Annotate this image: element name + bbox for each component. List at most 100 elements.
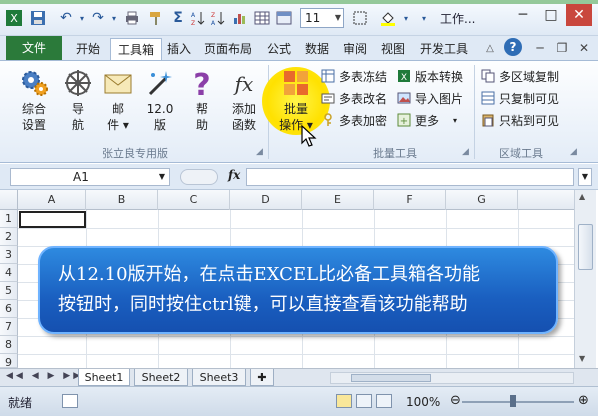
zoom-slider[interactable] [462, 401, 574, 403]
select-all-corner[interactable] [0, 190, 18, 210]
navigation-button[interactable]: 导 航 [58, 67, 98, 133]
tab-insert[interactable]: 插入 [164, 38, 194, 60]
pivot-icon[interactable] [274, 8, 294, 28]
paste-icon [480, 112, 496, 128]
zoom-level[interactable]: 100% [406, 395, 440, 409]
batch-operation-button[interactable]: 批量 操作 ▾ [276, 67, 316, 133]
version-convert-button[interactable]: X 版本转换 [396, 67, 463, 85]
doc-restore-icon[interactable]: ❐ [552, 38, 572, 58]
tab-view[interactable]: 视图 [378, 38, 408, 60]
tab-toolbox[interactable]: 工具箱 [110, 38, 162, 60]
tab-data[interactable]: 数据 [302, 38, 332, 60]
fill-color-dropdown-icon[interactable]: ▾ [396, 8, 416, 28]
expand-formula-icon[interactable]: ▼ [578, 168, 592, 186]
import-images-button[interactable]: 导入图片 [396, 89, 463, 107]
maximize-icon[interactable]: □ [538, 4, 564, 26]
paste-visible-only-button[interactable]: 只粘到可见 [480, 111, 559, 129]
mail-button[interactable]: 邮 件 ▾ [98, 67, 138, 133]
help-icon[interactable]: ? [504, 38, 522, 56]
page-layout-view-icon[interactable] [356, 394, 372, 408]
sheet-tab-2[interactable]: Sheet2 [134, 369, 188, 386]
macro-record-icon[interactable] [62, 394, 78, 408]
close-icon[interactable]: ✕ [566, 4, 592, 26]
multi-sheet-freeze-button[interactable]: 多表冻结 [320, 67, 387, 85]
row-header[interactable]: 6 [0, 300, 18, 318]
multi-sheet-encrypt-button[interactable]: 多表加密 [320, 111, 387, 129]
sheet-tab-3[interactable]: Sheet3 [192, 369, 246, 386]
row-header[interactable]: 8 [0, 336, 18, 354]
scroll-down-icon[interactable]: ▼ [579, 354, 585, 363]
column-header[interactable]: C [158, 190, 230, 210]
excel-logo-icon[interactable]: X [4, 8, 24, 28]
chart-icon[interactable] [230, 8, 250, 28]
row-header[interactable]: 7 [0, 318, 18, 336]
formula-bar-divider[interactable] [180, 169, 218, 185]
normal-view-icon[interactable] [336, 394, 352, 408]
autosum-icon[interactable]: Σ [168, 8, 188, 28]
sort-ascending-icon[interactable]: AZ [188, 8, 208, 28]
zoom-slider-thumb[interactable] [510, 395, 516, 407]
scroll-up-icon[interactable]: ▲ [579, 192, 585, 201]
row-header[interactable]: 5 [0, 282, 18, 300]
scroll-thumb[interactable] [578, 224, 593, 270]
tab-formulas[interactable]: 公式 [264, 38, 294, 60]
insert-function-button[interactable]: fx [228, 168, 240, 182]
column-header[interactable]: A [18, 190, 86, 210]
name-box-value: A1 [73, 170, 89, 184]
tab-home[interactable]: 开始 [68, 38, 108, 60]
row-header[interactable]: 1 [0, 210, 18, 228]
name-box[interactable]: A1 ▼ [10, 168, 170, 186]
copy-visible-only-button[interactable]: 只复制可见 [480, 89, 559, 107]
column-header[interactable]: D [230, 190, 302, 210]
sheet-nav-arrows-icon[interactable]: ◀◀ ◀ ▶ ▶▶ [6, 371, 83, 381]
print-icon[interactable] [122, 8, 142, 28]
add-function-button[interactable]: fx 添加 函数 [224, 67, 264, 133]
dialog-launcher-icon[interactable]: ◢ [462, 147, 469, 157]
dialog-launcher-icon[interactable]: ◢ [570, 147, 577, 157]
column-header[interactable]: B [86, 190, 158, 210]
comprehensive-settings-button[interactable]: 综合 设置 [14, 67, 54, 133]
help-button[interactable]: ? 帮 助 [182, 67, 222, 133]
formula-input[interactable] [246, 168, 574, 186]
row-header[interactable]: 9 [0, 354, 18, 369]
tab-developer[interactable]: 开发工具 [416, 38, 472, 60]
dialog-launcher-icon[interactable]: ◢ [256, 147, 263, 157]
doc-close-icon[interactable]: ✕ [574, 38, 594, 58]
ribbon-collapse-icon[interactable]: △ [480, 38, 500, 58]
version-12-button[interactable]: 12.0 版 [140, 67, 180, 133]
row-header[interactable]: 4 [0, 264, 18, 282]
font-size-select[interactable]: 11 ▼ [300, 8, 344, 28]
multi-range-copy-button[interactable]: 多区域复制 [480, 67, 559, 85]
row-header[interactable]: 2 [0, 228, 18, 246]
picture-icon [396, 90, 412, 106]
table-icon[interactable] [252, 8, 272, 28]
column-header[interactable]: F [374, 190, 446, 210]
group-label-zhang: 张立良专用版 [102, 147, 168, 160]
tab-file[interactable]: 文件 [6, 36, 62, 60]
zoom-in-icon[interactable]: ⊕ [578, 393, 589, 408]
sort-descending-icon[interactable]: ZA [208, 8, 228, 28]
row-header[interactable]: 3 [0, 246, 18, 264]
borders-icon[interactable] [350, 8, 370, 28]
column-header[interactable]: G [446, 190, 518, 210]
fill-color-icon[interactable] [378, 8, 398, 28]
redo-dropdown-icon[interactable]: ▾ [104, 8, 124, 28]
sheet-tab-1[interactable]: Sheet1 [78, 369, 130, 386]
more-button[interactable]: + 更多 ▾ [396, 111, 457, 129]
minimize-icon[interactable]: ─ [510, 4, 536, 26]
column-header[interactable]: E [302, 190, 374, 210]
customize-qat-icon[interactable]: ▾ [414, 8, 434, 28]
scroll-thumb[interactable] [351, 374, 431, 382]
tab-review[interactable]: 审阅 [340, 38, 370, 60]
vertical-scrollbar[interactable]: ▲ ▼ [574, 190, 596, 368]
active-cell[interactable] [19, 211, 86, 228]
horizontal-scrollbar[interactable] [330, 372, 574, 384]
page-break-view-icon[interactable] [376, 394, 392, 408]
save-icon[interactable] [28, 8, 48, 28]
zoom-out-icon[interactable]: ⊖ [450, 393, 461, 408]
doc-minimize-icon[interactable]: ─ [530, 38, 550, 58]
format-painter-icon[interactable] [146, 8, 166, 28]
multi-sheet-rename-button[interactable]: 多表改名 [320, 89, 387, 107]
new-sheet-icon[interactable]: ✚ [250, 369, 274, 386]
tab-page-layout[interactable]: 页面布局 [200, 38, 256, 60]
